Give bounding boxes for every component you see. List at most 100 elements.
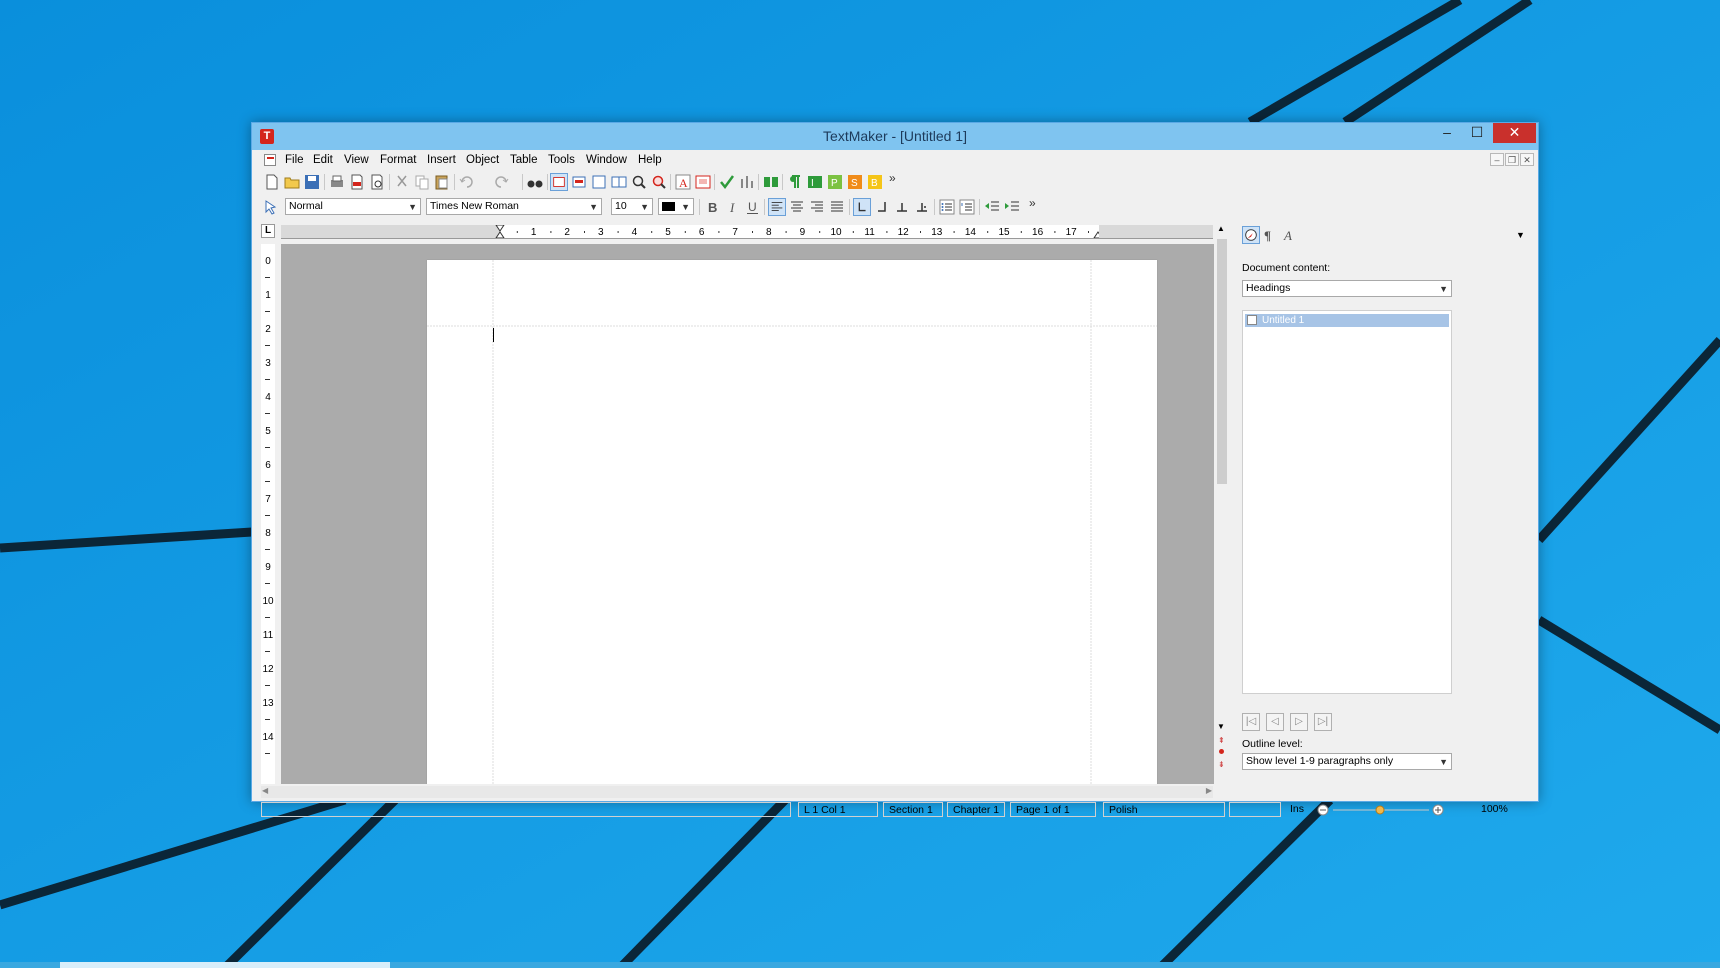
- presentations-icon[interactable]: P: [826, 173, 844, 191]
- menu-window[interactable]: Window: [585, 150, 628, 170]
- new-document-icon[interactable]: [263, 173, 281, 191]
- menu-insert[interactable]: Insert: [426, 150, 457, 170]
- previous-heading-icon[interactable]: ◁: [1266, 713, 1284, 731]
- find-binoculars-icon[interactable]: [526, 173, 544, 191]
- cut-icon[interactable]: [393, 173, 411, 191]
- tab-center-icon[interactable]: [893, 198, 911, 216]
- insert-field-icon[interactable]: [694, 173, 712, 191]
- align-left-icon[interactable]: [768, 198, 786, 216]
- scroll-left-icon[interactable]: ◀: [262, 786, 268, 795]
- menu-object[interactable]: Object: [465, 150, 500, 170]
- close-button[interactable]: ✕: [1493, 123, 1536, 143]
- more-tools-chevron-icon[interactable]: »: [889, 171, 896, 185]
- menu-view[interactable]: View: [343, 150, 370, 170]
- maximize-button[interactable]: ☐: [1463, 123, 1491, 143]
- status-zoom[interactable]: 100%: [1476, 802, 1516, 817]
- vertical-scrollbar[interactable]: ▲ ▼ ⇞ ⇟: [1215, 224, 1229, 784]
- justify-icon[interactable]: [828, 198, 846, 216]
- copy-icon[interactable]: [413, 173, 431, 191]
- navigator-compass-icon[interactable]: [1242, 226, 1260, 244]
- master-page-icon[interactable]: [610, 173, 628, 191]
- open-folder-icon[interactable]: [283, 173, 301, 191]
- first-heading-icon[interactable]: |◁: [1242, 713, 1260, 731]
- zoom-icon[interactable]: [630, 173, 648, 191]
- objects-icon[interactable]: A: [1282, 226, 1300, 244]
- outline-level-select[interactable]: Show level 1-9 paragraphs only ▼: [1242, 753, 1452, 770]
- paste-icon[interactable]: [433, 173, 451, 191]
- tab-left-icon[interactable]: [853, 198, 871, 216]
- font-size-select[interactable]: 10 ▼: [611, 198, 653, 215]
- menu-table[interactable]: Table: [509, 150, 539, 170]
- text-color-select[interactable]: ▼: [658, 198, 694, 215]
- print-preview-icon[interactable]: [368, 173, 386, 191]
- export-pdf-icon[interactable]: [348, 173, 366, 191]
- tab-decimal-icon[interactable]: [913, 198, 931, 216]
- document-content-select[interactable]: Headings ▼: [1242, 280, 1452, 297]
- doc-restore-button[interactable]: ❐: [1505, 153, 1519, 166]
- minimize-button[interactable]: –: [1433, 123, 1461, 143]
- align-center-icon[interactable]: [788, 198, 806, 216]
- select-arrow-icon[interactable]: [262, 198, 280, 216]
- increase-indent-icon[interactable]: [1003, 198, 1021, 216]
- formatting-marks-icon[interactable]: [786, 173, 804, 191]
- normal-view-icon[interactable]: [550, 173, 568, 191]
- document-page[interactable]: [427, 260, 1157, 784]
- planmaker-icon[interactable]: S: [846, 173, 864, 191]
- scroll-up-icon[interactable]: ▲: [1217, 224, 1225, 233]
- page-view-icon[interactable]: [590, 173, 608, 191]
- align-right-icon[interactable]: [808, 198, 826, 216]
- document-workspace[interactable]: [281, 244, 1214, 784]
- font-name-select[interactable]: Times New Roman ▼: [426, 198, 602, 215]
- paragraph-style-select[interactable]: Normal ▼: [285, 198, 421, 215]
- zoom-page-icon[interactable]: [650, 173, 668, 191]
- statistics-icon[interactable]: [738, 173, 756, 191]
- menu-file[interactable]: File: [284, 150, 305, 170]
- document-content-list[interactable]: Untitled 1: [1242, 310, 1452, 694]
- decrease-indent-icon[interactable]: [983, 198, 1001, 216]
- next-heading-icon[interactable]: ▷: [1290, 713, 1308, 731]
- list-item-checkbox[interactable]: [1247, 315, 1257, 325]
- doc-close-button[interactable]: ✕: [1520, 153, 1534, 166]
- menu-format[interactable]: Format: [379, 150, 417, 170]
- underline-icon[interactable]: U: [744, 198, 762, 216]
- scroll-down-icon[interactable]: ▼: [1217, 722, 1225, 731]
- last-heading-icon[interactable]: ▷|: [1314, 713, 1332, 731]
- bold-icon[interactable]: B: [704, 198, 722, 216]
- previous-page-icon[interactable]: ⇞: [1218, 736, 1225, 745]
- menu-help[interactable]: Help: [637, 150, 663, 170]
- menu-tools[interactable]: Tools: [547, 150, 576, 170]
- scroll-right-icon[interactable]: ▶: [1206, 786, 1212, 795]
- field-names-icon[interactable]: I: [806, 173, 824, 191]
- styles-icon[interactable]: ¶: [1262, 226, 1280, 244]
- menu-edit[interactable]: Edit: [312, 150, 334, 170]
- redo-icon[interactable]: [492, 173, 510, 191]
- insert-textframe-icon[interactable]: A: [674, 173, 692, 191]
- numbered-list-icon[interactable]: [958, 198, 976, 216]
- doc-minimize-button[interactable]: –: [1490, 153, 1504, 166]
- undo-icon[interactable]: [458, 173, 476, 191]
- more-format-tools-chevron-icon[interactable]: »: [1029, 196, 1036, 210]
- status-language[interactable]: Polish: [1103, 802, 1225, 817]
- horizontal-scrollbar[interactable]: ◀ ▶: [261, 786, 1213, 798]
- print-icon[interactable]: [328, 173, 346, 191]
- vertical-scroll-thumb[interactable]: [1217, 239, 1227, 484]
- browse-object-icon[interactable]: [1219, 749, 1224, 754]
- zoom-slider[interactable]: [1315, 802, 1475, 818]
- title-bar[interactable]: T TextMaker - [Untitled 1] – ☐ ✕: [252, 123, 1538, 150]
- document-icon[interactable]: [264, 154, 276, 166]
- italic-icon[interactable]: I: [724, 198, 742, 216]
- track-changes-icon[interactable]: [762, 173, 780, 191]
- tab-right-icon[interactable]: [873, 198, 891, 216]
- bulleted-list-icon[interactable]: [938, 198, 956, 216]
- spellcheck-icon[interactable]: [718, 173, 736, 191]
- sidebar-menu-chevron-icon[interactable]: ▼: [1516, 230, 1525, 240]
- outline-view-icon[interactable]: [570, 173, 588, 191]
- tab-type-selector[interactable]: L: [261, 224, 275, 238]
- basicmaker-icon[interactable]: B: [866, 173, 884, 191]
- save-icon[interactable]: [303, 173, 321, 191]
- next-page-icon[interactable]: ⇟: [1218, 760, 1225, 769]
- horizontal-ruler[interactable]: 1 2 3 4 5 6 7 8 9 10 11 12 13 14 15 16 17: [281, 225, 1213, 239]
- status-insert-mode[interactable]: Ins: [1285, 802, 1311, 817]
- vertical-ruler[interactable]: 01234567891011121314: [261, 244, 275, 784]
- list-item[interactable]: Untitled 1: [1245, 314, 1449, 327]
